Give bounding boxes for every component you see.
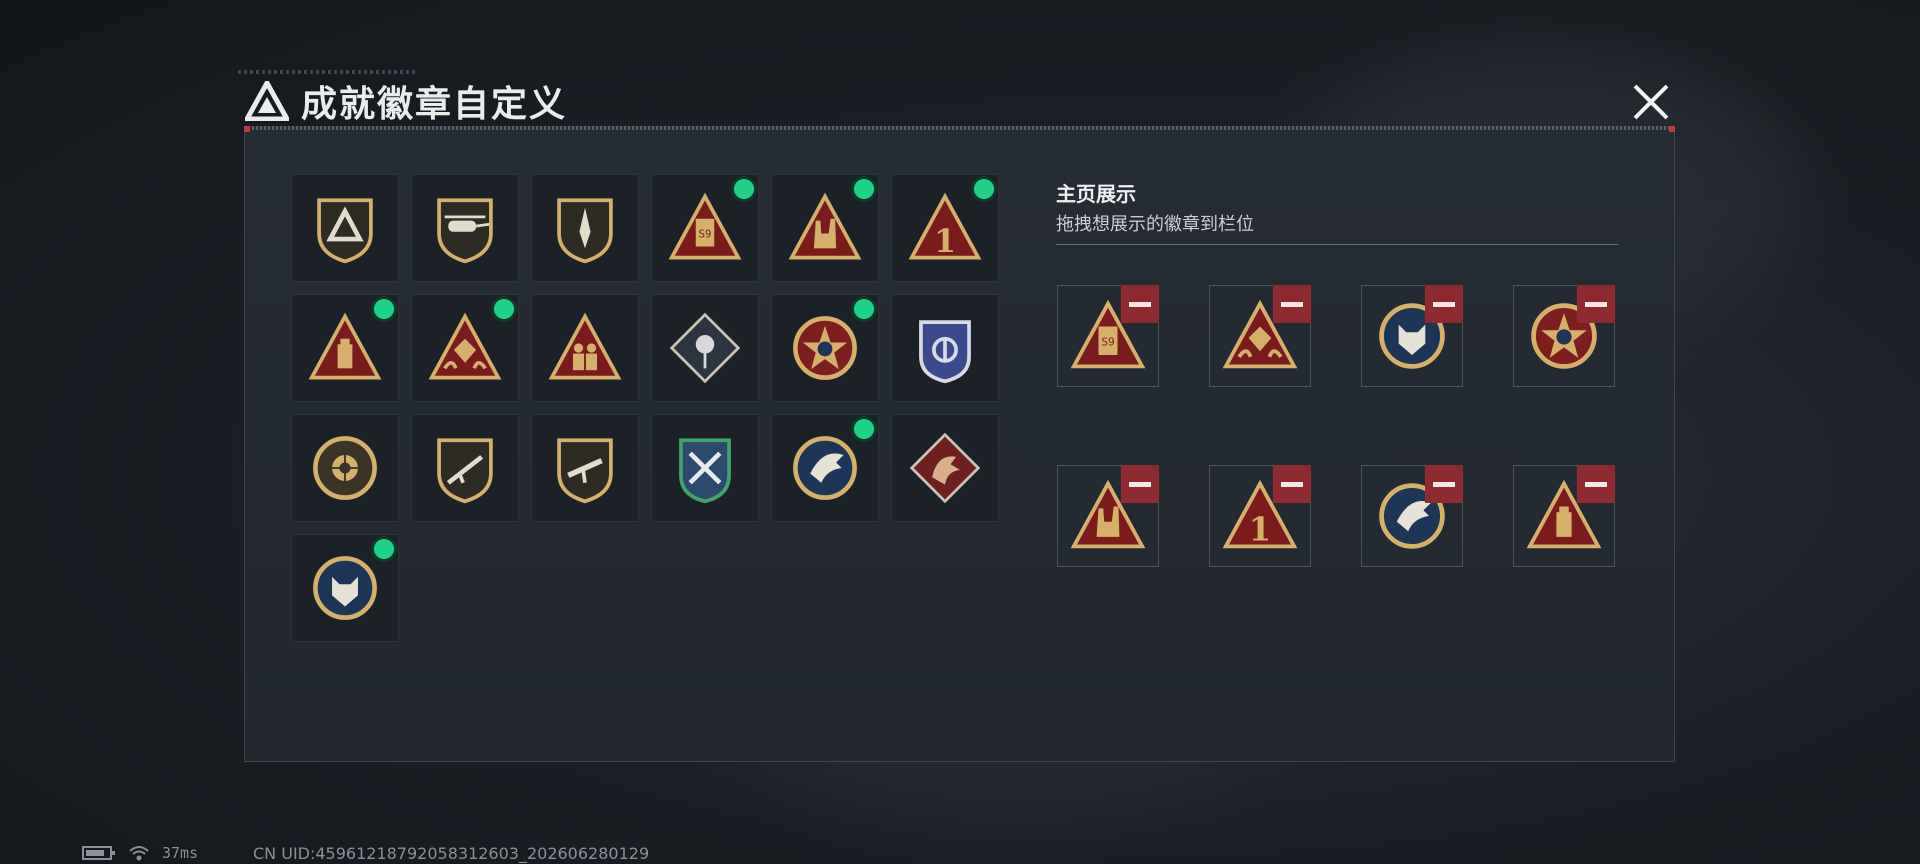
divider — [1056, 244, 1618, 245]
badge-item[interactable] — [411, 174, 519, 282]
window-header: 成就徽章自定义 — [245, 78, 568, 125]
selected-indicator-dot — [854, 179, 874, 199]
selected-indicator-dot — [854, 419, 874, 439]
selected-indicator-dot — [374, 539, 394, 559]
badge-item[interactable] — [411, 414, 519, 522]
display-slot[interactable]: 1 — [1209, 465, 1311, 567]
badge-item[interactable] — [291, 534, 399, 642]
remove-badge-button[interactable] — [1577, 285, 1615, 323]
remove-badge-button[interactable] — [1273, 285, 1311, 323]
badge-item[interactable] — [291, 174, 399, 282]
dagger-shield-badge-icon — [557, 198, 613, 264]
status-bar: 37ms — [82, 844, 198, 862]
selected-indicator-dot — [494, 299, 514, 319]
badge-item[interactable] — [771, 414, 879, 522]
badge-item[interactable] — [771, 174, 879, 282]
badge-item[interactable]: 1 — [891, 174, 999, 282]
minus-icon — [1281, 301, 1303, 307]
minus-icon — [1129, 481, 1151, 487]
delta-logo-icon — [245, 81, 289, 121]
svg-text:S9: S9 — [1101, 337, 1114, 349]
panel-corner-mark — [1669, 126, 1675, 132]
svg-text:S9: S9 — [699, 229, 712, 240]
display-slot-grid: S9 1 — [1057, 285, 1615, 567]
close-icon — [1633, 84, 1669, 120]
badge-item[interactable] — [531, 174, 639, 282]
wolf-round-badge-icon — [313, 556, 377, 620]
shield-triangle-badge-icon — [317, 198, 373, 264]
page-title: 成就徽章自定义 — [301, 84, 568, 125]
badge-item[interactable] — [291, 414, 399, 522]
minus-icon — [1585, 301, 1607, 307]
display-slot[interactable] — [1209, 285, 1311, 387]
selected-indicator-dot — [374, 299, 394, 319]
uid-label: CN UID:4596121879205831260‌3_20260628012… — [253, 844, 650, 863]
remove-badge-button[interactable] — [1121, 465, 1159, 503]
navy-crest-badge-icon — [919, 320, 971, 384]
badge-item[interactable] — [771, 294, 879, 402]
selected-indicator-dot — [734, 179, 754, 199]
smg-shield-badge-icon — [557, 438, 613, 504]
display-slot[interactable] — [1513, 465, 1615, 567]
number-one-triangle-badge-icon: 1 — [908, 192, 982, 260]
badge-item[interactable] — [891, 294, 999, 402]
eagle-round-badge-icon — [793, 436, 857, 500]
badge-item[interactable]: S9 — [651, 174, 759, 282]
soldiers-triangle-badge-icon — [548, 312, 622, 380]
remove-badge-button[interactable] — [1425, 285, 1463, 323]
rose-diamond-badge-icon — [669, 312, 741, 384]
badge-item[interactable] — [651, 414, 759, 522]
display-slot[interactable] — [1057, 465, 1159, 567]
badge-item[interactable] — [531, 294, 639, 402]
badge-inventory-grid: S9 1 — [291, 174, 999, 642]
skull-crosshair-badge-icon — [313, 436, 377, 500]
minus-icon — [1585, 481, 1607, 487]
title-decoration — [238, 70, 418, 74]
display-slot[interactable] — [1361, 465, 1463, 567]
remove-badge-button[interactable] — [1425, 465, 1463, 503]
minus-icon — [1433, 481, 1455, 487]
ping-value: 37ms — [162, 844, 199, 862]
star-round-badge-icon — [793, 316, 857, 380]
crossed-weapons-crest-badge-icon — [679, 438, 731, 504]
usb-triangle-badge-icon — [308, 312, 382, 380]
selected-indicator-dot — [974, 179, 994, 199]
badge-item[interactable] — [291, 294, 399, 402]
display-slot[interactable] — [1361, 285, 1463, 387]
battery-icon — [82, 846, 115, 860]
display-section-title: 主页展示 — [1056, 182, 1136, 206]
remove-badge-button[interactable] — [1121, 285, 1159, 323]
display-slot[interactable]: S9 — [1057, 285, 1159, 387]
panel-top-border — [244, 126, 1675, 130]
badge-item[interactable] — [531, 414, 639, 522]
rifle-shield-badge-icon — [437, 438, 493, 504]
minus-icon — [1281, 481, 1303, 487]
display-slot[interactable] — [1513, 285, 1615, 387]
remove-badge-button[interactable] — [1577, 465, 1615, 503]
minus-icon — [1433, 301, 1455, 307]
dragon-diamond-badge-icon — [909, 432, 981, 504]
badge-item[interactable] — [891, 414, 999, 522]
close-button[interactable] — [1627, 78, 1675, 126]
badge-item[interactable] — [411, 294, 519, 402]
helicopter-shield-badge-icon — [437, 198, 493, 264]
remove-badge-button[interactable] — [1273, 465, 1311, 503]
display-section-subtitle: 拖拽想展示的徽章到栏位 — [1056, 214, 1254, 235]
dice-hands-triangle-badge-icon — [428, 312, 502, 380]
wifi-icon — [129, 846, 149, 861]
selected-indicator-dot — [854, 299, 874, 319]
s9-triangle-badge-icon: S9 — [668, 192, 742, 260]
panel-corner-mark — [244, 126, 250, 132]
svg-text:1: 1 — [1249, 511, 1271, 549]
rock-hand-triangle-badge-icon — [788, 192, 862, 260]
badge-item[interactable] — [651, 294, 759, 402]
minus-icon — [1129, 301, 1151, 307]
svg-text:1: 1 — [934, 223, 956, 260]
